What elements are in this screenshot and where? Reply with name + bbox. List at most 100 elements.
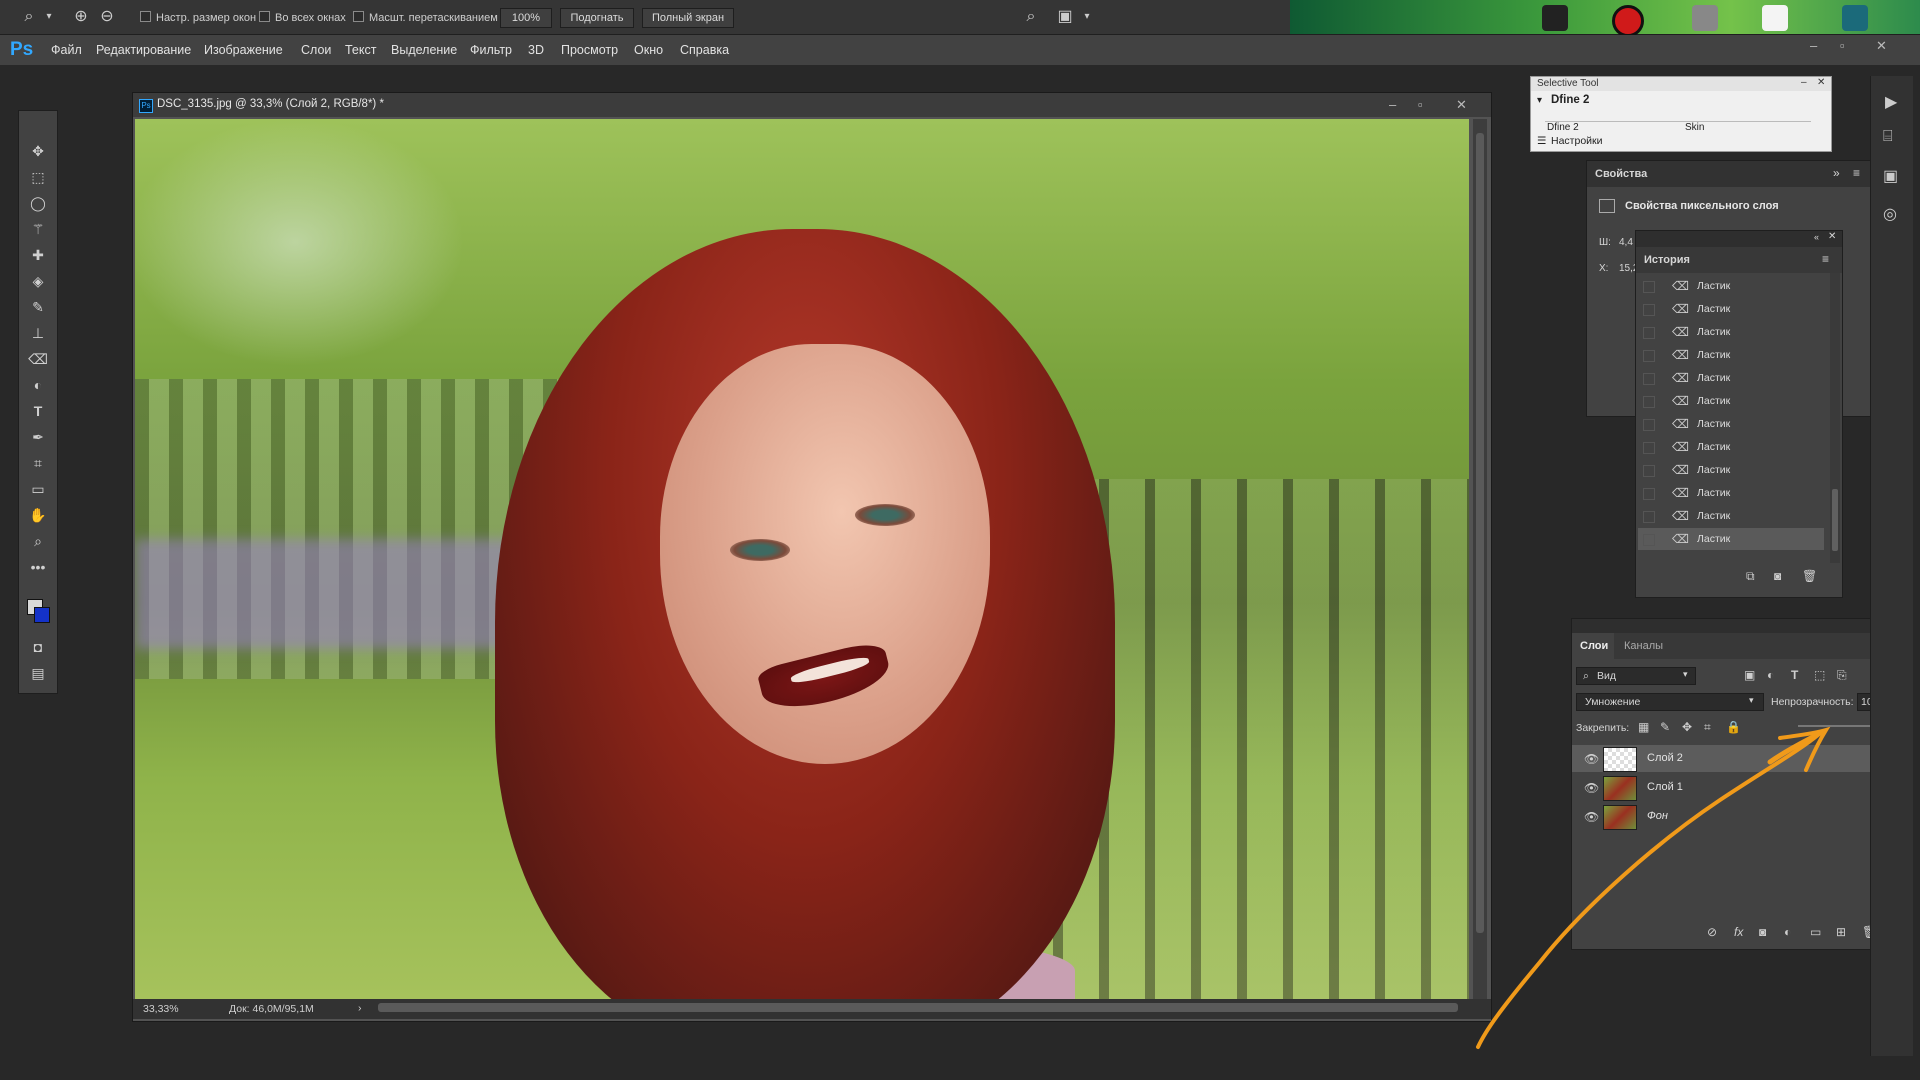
menu-file[interactable]: Файл: [51, 43, 82, 57]
tab-properties[interactable]: Свойства: [1595, 168, 1647, 180]
tab-layers[interactable]: Слои: [1580, 640, 1608, 652]
layer-row[interactable]: 👁 Слой 1: [1572, 774, 1896, 801]
menu-help[interactable]: Справка: [680, 43, 729, 57]
menu-window[interactable]: Окно: [634, 43, 663, 57]
add-mask-icon[interactable]: ◙: [1759, 925, 1766, 939]
new-layer-icon[interactable]: ⊞: [1836, 925, 1846, 939]
eraser-tool-icon[interactable]: ⌫: [28, 349, 48, 369]
minimize-app-icon[interactable]: –: [1810, 38, 1817, 53]
history-item[interactable]: ⌫ Ластик: [1638, 298, 1824, 320]
history-item[interactable]: ⌫ Ластик: [1638, 390, 1824, 412]
workspace-icon[interactable]: ▣: [1054, 6, 1076, 28]
menu-select[interactable]: Выделение: [391, 43, 457, 57]
close-app-icon[interactable]: ✕: [1876, 38, 1887, 54]
document-tab[interactable]: Ps DSC_3135.jpg @ 33,3% (Слой 2, RGB/8*)…: [133, 93, 1491, 117]
document-icon[interactable]: [1762, 5, 1788, 31]
new-group-icon[interactable]: ▭: [1810, 925, 1821, 939]
history-item[interactable]: ⌫ Ластик: [1638, 505, 1824, 527]
selective-tool-titlebar[interactable]: Selective Tool – ✕: [1531, 77, 1831, 91]
record-icon[interactable]: [1612, 5, 1644, 37]
tab-channels[interactable]: Каналы: [1624, 640, 1663, 652]
menu-3d[interactable]: 3D: [528, 43, 544, 57]
adjustment-layer-icon[interactable]: ◐: [1784, 925, 1791, 939]
zoom-value-field[interactable]: 100%: [500, 8, 552, 28]
layer-style-fx-icon[interactable]: fx: [1734, 925, 1743, 939]
filter-shape-icon[interactable]: ⬚: [1814, 668, 1825, 682]
layer-filter-select[interactable]: ⌕ Вид ▾: [1576, 667, 1696, 685]
marquee-tool-icon[interactable]: ⬚: [28, 167, 48, 187]
snapshot-camera-icon[interactable]: ◙: [1774, 569, 1781, 583]
filter-pixel-icon[interactable]: ▣: [1744, 668, 1755, 682]
delete-state-icon[interactable]: 🗑: [1802, 569, 1817, 583]
search-icon[interactable]: ⌕: [1020, 6, 1042, 28]
history-item[interactable]: ⌫ Ластик: [1638, 413, 1824, 435]
history-menu-icon[interactable]: ≡: [1822, 252, 1829, 266]
quick-mask-icon[interactable]: ◘: [28, 637, 48, 657]
settings-link[interactable]: Настройки: [1551, 135, 1603, 147]
visibility-eye-icon[interactable]: 👁: [1584, 810, 1599, 824]
pen-tool-icon[interactable]: ✒: [28, 427, 48, 447]
lock-image-icon[interactable]: ✎: [1660, 720, 1670, 734]
editor-icon[interactable]: [1842, 5, 1868, 31]
link-layers-icon[interactable]: ⊘: [1707, 925, 1717, 939]
paint-bucket-tool-icon[interactable]: ◈: [28, 271, 48, 291]
libraries-icon[interactable]: ⌸: [1883, 128, 1893, 146]
magic-wand-tool-icon[interactable]: ⚚: [28, 219, 48, 239]
menu-edit[interactable]: Редактирование: [96, 43, 191, 57]
lock-all-icon[interactable]: 🔒: [1726, 720, 1741, 734]
tool-preset-chevron-icon[interactable]: ▾: [38, 6, 60, 28]
zoom-in-icon[interactable]: ⊕: [70, 6, 92, 28]
history-item[interactable]: ⌫ Ластик: [1638, 436, 1824, 458]
rectangle-tool-icon[interactable]: ▭: [28, 479, 48, 499]
history-scroll-thumb[interactable]: [1832, 489, 1838, 551]
dodge-tool-icon[interactable]: ◐: [28, 375, 48, 395]
horizontal-scroll-thumb[interactable]: [378, 1003, 1458, 1012]
lasso-tool-icon[interactable]: ◯: [28, 193, 48, 213]
history-item[interactable]: ⌫ Ластик: [1638, 321, 1824, 343]
filter-smart-object-icon[interactable]: ⎘: [1837, 668, 1847, 683]
layer-row-selected[interactable]: 👁 Слой 2: [1572, 745, 1896, 772]
brush-tool-icon[interactable]: ✎: [28, 297, 48, 317]
clone-stamp-tool-icon[interactable]: ⊥: [28, 323, 48, 343]
menu-filter[interactable]: Фильтр: [470, 43, 512, 57]
layer-row[interactable]: 👁 Фон 🔒: [1572, 803, 1896, 830]
lock-transparent-icon[interactable]: ▦: [1638, 720, 1649, 734]
fullscreen-button[interactable]: Полный экран: [642, 8, 734, 28]
archive-icon[interactable]: [1692, 5, 1718, 31]
layer-name[interactable]: Фон: [1647, 810, 1668, 822]
plugin-collapse-icon[interactable]: ▾: [1537, 95, 1542, 106]
layer-name[interactable]: Слой 2: [1647, 752, 1683, 764]
app-icon[interactable]: [1542, 5, 1568, 31]
menu-view[interactable]: Просмотр: [561, 43, 618, 57]
selective-minimize-icon[interactable]: –: [1801, 77, 1807, 88]
width-value[interactable]: 4,4: [1619, 237, 1633, 248]
play-actions-icon[interactable]: ▶: [1885, 92, 1897, 112]
doc-maximize-icon[interactable]: ▫: [1418, 97, 1423, 112]
lock-position-icon[interactable]: ✥: [1682, 720, 1692, 734]
history-item-current[interactable]: ⌫ Ластик: [1638, 528, 1824, 550]
doc-minimize-icon[interactable]: –: [1389, 97, 1396, 112]
menu-type[interactable]: Текст: [345, 43, 376, 57]
resize-windows-checkbox[interactable]: Настр. размер окон: [140, 11, 256, 24]
workspace-chevron-icon[interactable]: ▾: [1076, 6, 1098, 28]
settings-icon[interactable]: ☰: [1537, 135, 1546, 147]
zoom-tool-icon[interactable]: ⌕: [28, 531, 48, 551]
filter-adjustment-icon[interactable]: ◐: [1767, 668, 1774, 682]
blend-mode-select[interactable]: Умножение ▾: [1576, 693, 1764, 711]
maximize-app-icon[interactable]: ▫: [1840, 38, 1845, 53]
all-windows-checkbox[interactable]: Во всех окнах: [259, 11, 346, 24]
lock-artboard-icon[interactable]: ⌗: [1704, 720, 1711, 735]
zoom-tool-icon[interactable]: ⌕: [18, 6, 40, 28]
new-document-from-state-icon[interactable]: ⧉: [1746, 569, 1755, 584]
menu-image[interactable]: Изображение: [204, 43, 283, 57]
status-zoom[interactable]: 33,33%: [143, 1003, 179, 1015]
layer-name[interactable]: Слой 1: [1647, 781, 1683, 793]
move-tool-icon[interactable]: ✥: [28, 141, 48, 161]
filter-type-icon[interactable]: T: [1791, 668, 1798, 682]
adjustments-icon[interactable]: ▣: [1883, 166, 1898, 186]
history-item[interactable]: ⌫ Ластик: [1638, 275, 1824, 297]
image-canvas[interactable]: [135, 119, 1469, 999]
zoom-out-icon[interactable]: ⊖: [96, 6, 118, 28]
healing-brush-tool-icon[interactable]: ✚: [28, 245, 48, 265]
doc-close-icon[interactable]: ✕: [1456, 97, 1467, 113]
